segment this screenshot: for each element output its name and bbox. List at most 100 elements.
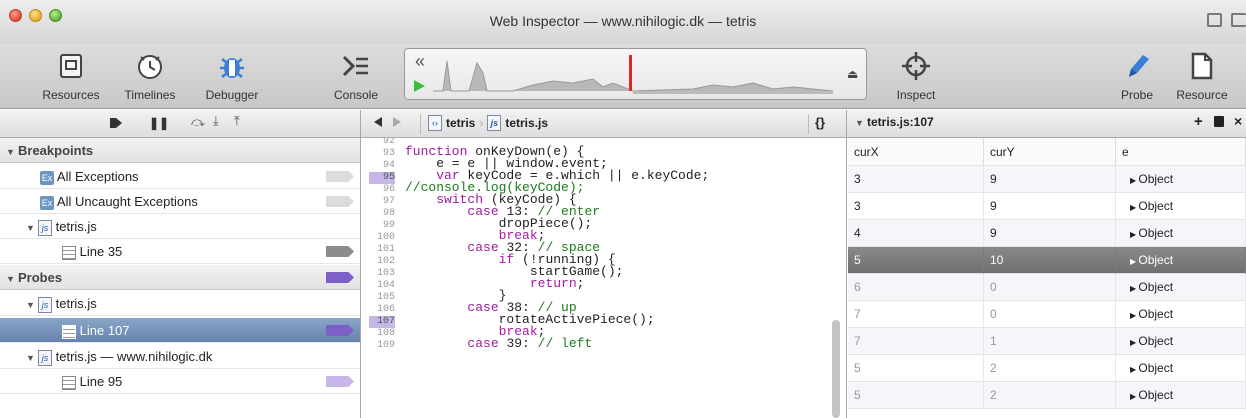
close-icon[interactable]: × — [1234, 113, 1242, 129]
value-cell: 0 — [984, 301, 1116, 328]
collapse-chevrons-icon[interactable]: « — [415, 51, 425, 72]
forward-arrow-icon[interactable] — [393, 117, 401, 127]
crosshair-icon — [902, 52, 930, 80]
breakpoints-section-header[interactable]: ▼ Breakpoints — [0, 138, 360, 163]
probe-line-107[interactable]: Line 107 — [0, 318, 360, 343]
object-value[interactable]: ▶ Object — [1116, 382, 1246, 409]
probe-sample-row[interactable]: 6 0 ▶ Object — [848, 274, 1246, 301]
code-line[interactable]: 92 — [369, 138, 405, 147]
source-line-icon — [62, 375, 76, 390]
document-icon — [1191, 52, 1213, 80]
breakpoint-all-exceptions[interactable]: Ex All Exceptions — [0, 164, 360, 189]
probe-flag-icon[interactable] — [326, 325, 354, 336]
value-cell: 7 — [848, 328, 984, 355]
source-line-icon — [62, 324, 76, 339]
resources-tab[interactable]: Resources — [34, 46, 108, 102]
probe-flag-icon[interactable] — [326, 272, 354, 283]
breakpoint-flag-icon[interactable] — [326, 196, 354, 207]
probe-button[interactable]: Probe — [1114, 46, 1160, 102]
value-cell: 3 — [848, 166, 984, 193]
probe-flag-icon[interactable] — [326, 376, 354, 387]
js-file-icon: js — [38, 296, 52, 313]
disclosure-open-icon: ▼ — [6, 274, 15, 284]
breakpoint-flag-icon[interactable] — [326, 246, 354, 257]
value-cell: 5 — [848, 382, 984, 409]
step-out-icon[interactable]: ⤒ — [234, 113, 240, 129]
line-number[interactable]: 109 — [369, 340, 395, 352]
probe-label: Probe — [1120, 88, 1154, 102]
breadcrumb-tetris-js[interactable]: tetris.js — [505, 116, 548, 130]
probe-line-95[interactable]: Line 95 — [0, 369, 360, 394]
probe-sample-row[interactable]: 5 2 ▶ Object — [848, 355, 1246, 382]
object-value[interactable]: ▶ Object — [1116, 355, 1246, 382]
pretty-print-icon[interactable]: {} — [815, 115, 825, 130]
object-value[interactable]: ▶ Object — [1116, 220, 1246, 247]
code-line[interactable]: 109 case 39: // left — [369, 336, 593, 352]
probe-sample-row[interactable]: 3 9 ▶ Object — [848, 193, 1246, 220]
column-header-curx[interactable]: curX — [848, 138, 984, 166]
column-header-e[interactable]: e — [1116, 138, 1246, 166]
object-value[interactable]: ▶ Object — [1116, 274, 1246, 301]
dock-side-icon[interactable] — [1231, 13, 1246, 27]
resource-button[interactable]: Resource — [1170, 46, 1234, 102]
column-header-cury[interactable]: curY — [984, 138, 1116, 166]
breadcrumb-separator-icon: › — [479, 116, 484, 130]
step-over-icon[interactable]: ⤼ — [191, 114, 205, 130]
source-code-editor[interactable]: 92 93 function onKeyDown(e) {94 e = e || w… — [369, 138, 831, 418]
disclosure-open-icon[interactable]: ▼ — [855, 118, 867, 128]
timeline-overview[interactable]: « ⏏ — [404, 48, 867, 100]
value-cell: 9 — [984, 166, 1116, 193]
object-value[interactable]: ▶ Object — [1116, 301, 1246, 328]
probe-sample-row[interactable]: 3 9 ▶ Object — [848, 166, 1246, 193]
timelines-label: Timelines — [124, 88, 176, 102]
probe-group-title[interactable]: ▼ tetris.js:107 — [855, 115, 934, 129]
back-arrow-icon[interactable] — [374, 117, 382, 127]
object-value[interactable]: ▶ Object — [1116, 247, 1246, 274]
object-value[interactable]: ▶ Object — [1116, 328, 1246, 355]
value-cell: 1 — [984, 328, 1116, 355]
source-line-icon — [62, 245, 76, 260]
probe-sample-row[interactable]: 5 2 ▶ Object — [848, 382, 1246, 409]
breakpoint-line-35[interactable]: Line 35 — [0, 239, 360, 264]
play-icon[interactable] — [414, 80, 425, 92]
value-cell: 0 — [984, 274, 1116, 301]
debugger-tab[interactable]: Debugger — [192, 46, 272, 102]
exception-icon: Ex — [40, 195, 54, 210]
probes-section-header[interactable]: ▼ Probes — [0, 265, 360, 290]
disclosure-open-icon[interactable]: ▼ — [26, 216, 38, 241]
value-cell: 7 — [848, 301, 984, 328]
probe-sample-row[interactable]: 7 1 ▶ Object — [848, 328, 1246, 355]
timelines-tab[interactable]: Timelines — [114, 46, 186, 102]
eject-icon[interactable]: ⏏ — [847, 67, 858, 81]
pencil-icon — [1129, 55, 1149, 77]
value-cell: 2 — [984, 355, 1116, 382]
exception-icon: Ex — [40, 170, 54, 185]
disclosure-open-icon[interactable]: ▼ — [26, 293, 38, 318]
step-into-icon[interactable]: ⤓ — [213, 113, 219, 129]
probe-sample-row[interactable]: 7 0 ▶ Object — [848, 301, 1246, 328]
probe-file-tetris-js[interactable]: ▼ js tetris.js — [0, 291, 360, 316]
probe-sample-row[interactable]: 5 10 ▶ Object — [848, 247, 1246, 274]
probe-sample-row[interactable]: 4 9 ▶ Object — [848, 220, 1246, 247]
add-probe-icon[interactable]: + — [1194, 113, 1203, 130]
inspect-button[interactable]: Inspect — [888, 46, 944, 102]
pause-icon[interactable]: ❚❚ — [149, 116, 169, 130]
inspect-label: Inspect — [896, 88, 936, 102]
dock-bottom-icon[interactable] — [1207, 13, 1222, 27]
breakpoint-all-uncaught[interactable]: Ex All Uncaught Exceptions — [0, 189, 360, 214]
probe-file-tetris-js-remote[interactable]: ▼ js tetris.js — www.nihilogic.dk — [0, 344, 360, 369]
breakpoint-flag-icon[interactable] — [326, 171, 354, 182]
console-tab[interactable]: Console — [326, 46, 386, 102]
breadcrumb-tetris[interactable]: tetris — [446, 116, 475, 130]
trash-icon[interactable] — [1214, 116, 1224, 127]
console-icon — [342, 55, 368, 77]
object-value[interactable]: ▶ Object — [1116, 166, 1246, 193]
code-text: case 39: // left — [467, 336, 593, 351]
disclosure-open-icon[interactable]: ▼ — [26, 346, 38, 371]
object-value[interactable]: ▶ Object — [1116, 193, 1246, 220]
continue-icon[interactable] — [110, 116, 124, 128]
value-cell: 4 — [848, 220, 984, 247]
editor-scrollbar[interactable] — [832, 320, 840, 418]
breakpoint-file-tetris-js[interactable]: ▼ js tetris.js — [0, 214, 360, 239]
playhead-marker[interactable] — [629, 55, 632, 91]
